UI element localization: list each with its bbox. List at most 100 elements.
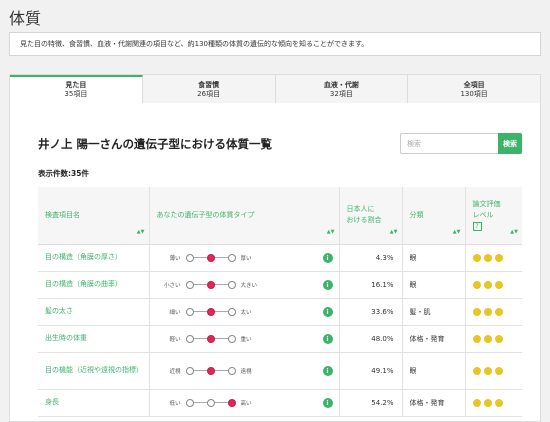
header-name[interactable]: 検査項目名 ▲▼ <box>38 187 150 245</box>
evaluation-star <box>494 398 503 407</box>
table-row[interactable]: 目の機能（近視や遠視の指標） 近視 遠視 i 49.1% 眼 <box>38 352 522 390</box>
type-scale: 近視 遠視 <box>157 366 339 376</box>
tab-label: 血液・代謝 <box>323 81 359 89</box>
evaluation-stars <box>472 334 523 343</box>
type-marker-active <box>227 398 236 407</box>
type-marker <box>227 307 236 316</box>
evaluation-cell <box>465 298 523 326</box>
type-left-label: 細い <box>169 309 181 316</box>
type-marker <box>227 253 236 262</box>
trait-name-link[interactable]: 身長 <box>38 389 150 417</box>
evaluation-star <box>494 280 503 289</box>
info-icon[interactable]: i <box>322 365 333 376</box>
evaluation-star <box>483 280 492 289</box>
evaluation-star <box>472 307 481 316</box>
type-scale: 軽い 重い <box>157 334 339 344</box>
table-row[interactable]: 出生時の体重 軽い 重い i 48.0% 体格・発育 <box>38 325 523 353</box>
ratio-cell: 4.3% <box>339 244 403 272</box>
type-left-label: 小さい <box>163 282 181 289</box>
trait-name[interactable]: 身長 <box>45 398 59 406</box>
sort-icon[interactable]: ▲▼ <box>137 227 145 238</box>
sort-icon[interactable]: ▲▼ <box>390 227 398 238</box>
search-button[interactable]: 検索 <box>498 133 522 154</box>
header-evaluation[interactable]: 論文評価 レベル ? ▲▼ <box>465 187 522 245</box>
type-scale: 小さい 大きい <box>157 280 339 290</box>
header-type-label: あなたの遺伝子型の体質タイプ <box>156 210 255 219</box>
sort-icon[interactable]: ▲▼ <box>453 227 461 238</box>
type-marker <box>227 334 236 343</box>
type-cell: 近視 遠視 i <box>149 352 340 390</box>
trait-name-link[interactable]: 髪の太さ <box>38 298 150 326</box>
trait-name[interactable]: 目の構造（角膜の厚さ） <box>45 253 122 261</box>
trait-name-link[interactable]: 目の構造（角膜の厚さ） <box>38 244 150 272</box>
header-category-label: 分類 <box>409 210 424 219</box>
tab-eating-habits[interactable]: 食習慣 26項目 <box>143 75 276 103</box>
evaluation-star <box>494 334 503 343</box>
type-marker <box>185 253 194 262</box>
section-heading: 井ノ上 陽一さんの遺伝子型における体質一覧 <box>38 137 273 151</box>
type-marker-active <box>206 366 215 375</box>
type-marker <box>227 280 236 289</box>
trait-name-link[interactable]: 目の機能（近視や遠視の指標） <box>38 352 150 390</box>
table-row[interactable]: 髪の太さ 細い 太い i 33.6% 髪・肌 <box>38 298 523 326</box>
evaluation-star <box>472 398 481 407</box>
type-track <box>185 253 236 263</box>
type-marker-active <box>206 280 215 289</box>
type-marker <box>206 398 215 407</box>
sort-icon[interactable]: ▲▼ <box>327 227 335 238</box>
evaluation-star <box>483 307 492 316</box>
trait-name-link[interactable]: 目の構造（角膜の曲率） <box>38 271 150 299</box>
type-scale: 低い 高い <box>157 398 339 408</box>
tab-all-items[interactable]: 全項目 130項目 <box>408 75 540 103</box>
tab-count: 130項目 <box>460 90 488 98</box>
category-cell: 髪・肌 <box>402 298 466 326</box>
type-cell: 細い 太い i <box>149 298 340 326</box>
help-icon[interactable]: ? <box>472 221 482 231</box>
info-icon[interactable]: i <box>322 397 333 408</box>
type-right-label: 太い <box>240 309 252 316</box>
ratio-cell: 49.1% <box>339 352 403 390</box>
table-row[interactable]: 身長 低い 高い i 54.2% 体格・発育 <box>38 389 523 417</box>
search-bar: 検索 <box>400 133 522 154</box>
evaluation-stars <box>472 398 523 407</box>
trait-name[interactable]: 出生時の体重 <box>45 334 87 342</box>
ratio-cell: 33.6% <box>339 298 403 326</box>
type-marker <box>185 398 194 407</box>
type-cell: 薄い 厚い i <box>149 244 340 272</box>
evaluation-cell <box>465 271 522 299</box>
type-right-label: 大きい <box>240 282 258 289</box>
table-row[interactable]: 目の構造（角膜の曲率） 小さい 大きい i 16.1% 眼 <box>38 271 522 299</box>
info-icon[interactable]: i <box>322 333 333 344</box>
evaluation-stars <box>472 253 523 262</box>
trait-name-link[interactable]: 出生時の体重 <box>38 325 150 353</box>
evaluation-star <box>483 398 492 407</box>
category-cell: 体格・発育 <box>402 389 466 417</box>
header-category[interactable]: 分類 ▲▼ <box>402 187 466 245</box>
header-ratio[interactable]: 日本人に おける割合 ▲▼ <box>339 187 403 245</box>
traits-table: 検査項目名 ▲▼ あなたの遺伝子型の体質タイプ ▲▼ 日本人に おける割合 ▲▼… <box>38 187 522 417</box>
trait-name[interactable]: 目の機能（近視や遠視の指標） <box>45 366 143 374</box>
header-ratio-line2: おける割合 <box>346 216 382 225</box>
trait-name[interactable]: 目の構造（角膜の曲率） <box>45 280 122 288</box>
header-ratio-line1: 日本人に <box>346 205 375 214</box>
info-icon[interactable]: i <box>322 279 333 290</box>
tab-appearance[interactable]: 見た目 35項目 <box>10 75 143 103</box>
evaluation-stars <box>472 307 523 316</box>
evaluation-star <box>494 366 503 375</box>
type-right-label: 厚い <box>240 255 252 262</box>
evaluation-cell <box>465 389 523 417</box>
type-marker <box>185 280 194 289</box>
table-row[interactable]: 目の構造（角膜の厚さ） 薄い 厚い i 4.3% 眼 <box>38 244 523 272</box>
sort-icon[interactable]: ▲▼ <box>510 227 518 238</box>
type-right-label: 重い <box>240 336 252 343</box>
tab-count: 35項目 <box>64 90 88 98</box>
search-input[interactable] <box>400 133 498 154</box>
type-track <box>185 334 236 344</box>
header-type[interactable]: あなたの遺伝子型の体質タイプ ▲▼ <box>149 187 340 245</box>
evaluation-star <box>483 334 492 343</box>
tab-label: 食習慣 <box>198 81 220 89</box>
info-icon[interactable]: i <box>322 306 333 317</box>
tab-blood-metabolism[interactable]: 血液・代謝 32項目 <box>276 75 409 103</box>
info-icon[interactable]: i <box>322 252 333 263</box>
trait-name[interactable]: 髪の太さ <box>45 307 73 315</box>
